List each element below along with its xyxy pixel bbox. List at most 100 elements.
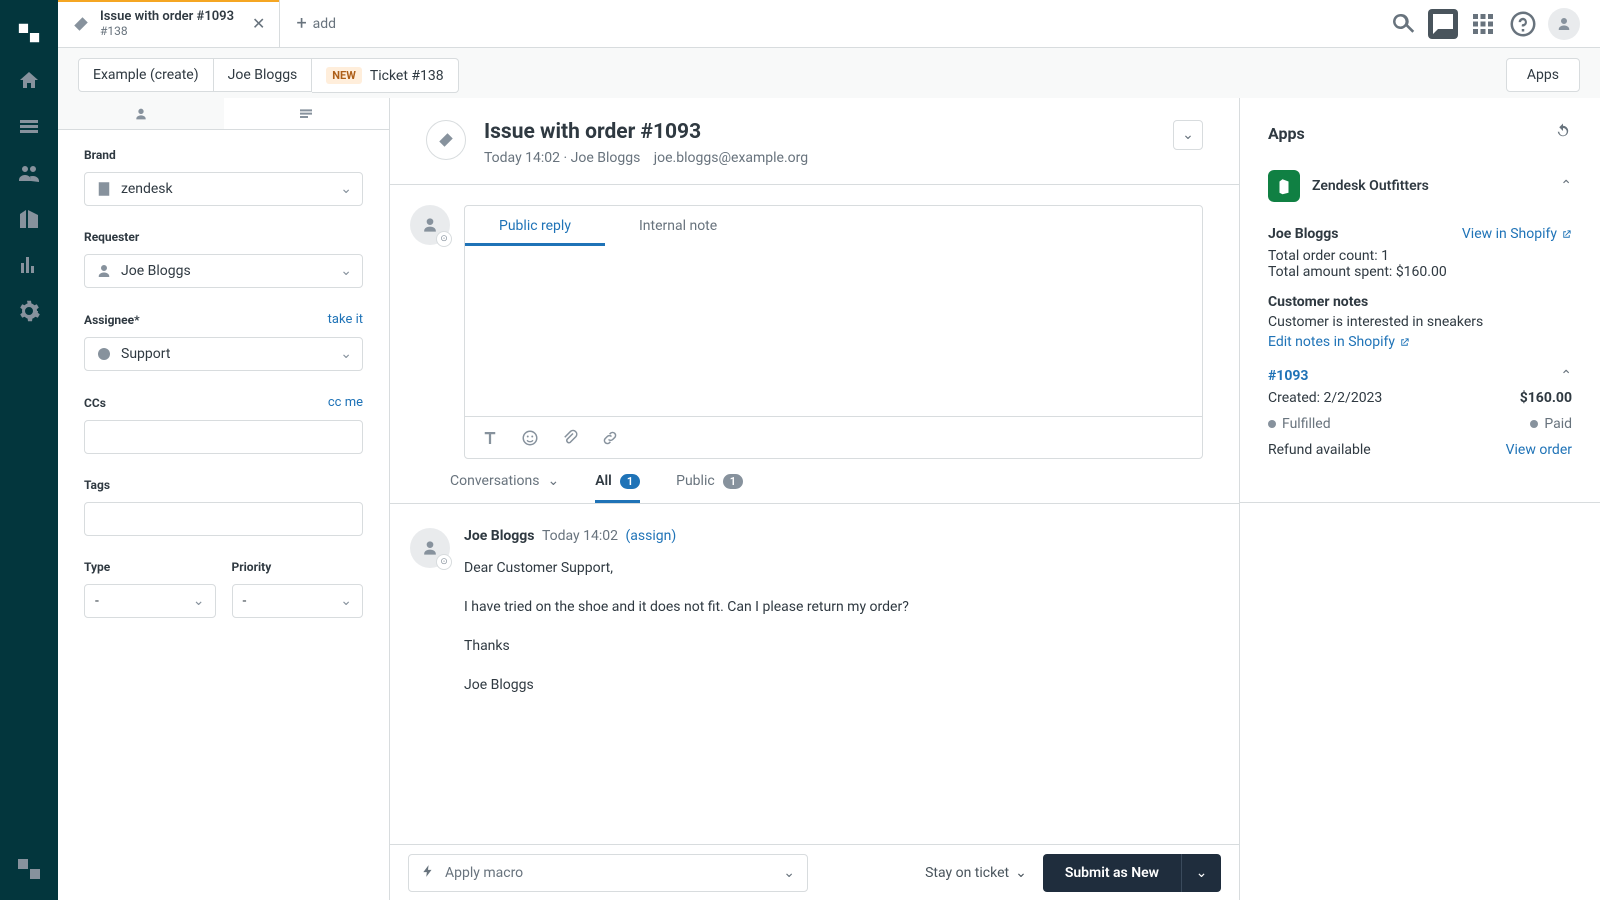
ticket-type-icon: [426, 120, 466, 160]
message-time: Today 14:02: [542, 528, 618, 544]
crumb-example[interactable]: Example (create): [78, 58, 214, 92]
order-created: Created: 2/2/2023: [1268, 390, 1382, 406]
reply-composer: Public reply Internal note: [464, 205, 1203, 459]
apps-toggle-button[interactable]: Apps: [1506, 58, 1580, 92]
order-total: $160.00: [1520, 390, 1572, 406]
order-count-row: Total order count: 1: [1268, 248, 1572, 264]
tab-title: Issue with order #1093: [100, 9, 234, 25]
link-icon[interactable]: [601, 429, 619, 447]
tab-subtitle: #138: [100, 24, 234, 38]
fulfillment-status: Fulfilled: [1268, 416, 1331, 432]
search-icon[interactable]: [1388, 9, 1418, 39]
help-icon[interactable]: [1508, 9, 1538, 39]
zendesk-footer-icon: [10, 850, 48, 888]
shopify-app-icon: [1268, 170, 1300, 202]
all-count-badge: 1: [620, 474, 640, 489]
amount-spent-row: Total amount spent: $160.00: [1268, 264, 1572, 280]
brand-select[interactable]: zendesk ⌄: [84, 172, 363, 206]
add-tab-label: add: [313, 16, 336, 32]
chevron-down-icon: ⌄: [340, 263, 352, 279]
requester-label: Requester: [84, 230, 363, 244]
chevron-down-icon: ⌄: [1015, 865, 1027, 881]
assign-link[interactable]: (assign): [626, 528, 677, 544]
payment-status: Paid: [1530, 416, 1572, 432]
home-icon[interactable]: [10, 62, 48, 100]
organizations-icon[interactable]: [10, 200, 48, 238]
chevron-up-icon[interactable]: ⌃: [1560, 368, 1572, 384]
left-nav-rail: [0, 0, 58, 900]
conversations-dropdown[interactable]: Conversations ⌄: [450, 473, 559, 503]
conversations-icon[interactable]: [1428, 9, 1458, 39]
filter-public-tab[interactable]: Public1: [676, 473, 743, 503]
type-label: Type: [84, 560, 216, 574]
divider: [1240, 502, 1600, 503]
props-tab-ticket[interactable]: [224, 98, 390, 129]
edit-notes-link[interactable]: Edit notes in Shopify: [1268, 334, 1410, 350]
stay-on-ticket-dropdown[interactable]: Stay on ticket⌄: [925, 865, 1027, 881]
add-tab-button[interactable]: + add: [280, 0, 352, 47]
view-in-shopify-link[interactable]: View in Shopify: [1462, 226, 1572, 242]
view-order-link[interactable]: View order: [1506, 442, 1572, 458]
ticket-actions-dropdown[interactable]: ⌄: [1173, 120, 1203, 150]
message-avatar: ⊙: [410, 528, 450, 568]
take-it-link[interactable]: take it: [328, 312, 363, 327]
internal-note-tab[interactable]: Internal note: [605, 206, 751, 246]
crumb-user[interactable]: Joe Bloggs: [214, 58, 313, 92]
apply-macro-dropdown[interactable]: Apply macro ⌄: [408, 854, 808, 892]
reporting-icon[interactable]: [10, 246, 48, 284]
admin-icon[interactable]: [10, 292, 48, 330]
priority-value: -: [243, 593, 247, 609]
customer-notes-text: Customer is interested in sneakers: [1268, 314, 1572, 330]
brand-value: zendesk: [121, 181, 173, 197]
chevron-down-icon: ⌄: [340, 593, 352, 609]
customer-notes-title: Customer notes: [1268, 294, 1572, 310]
ticket-footer: Apply macro ⌄ Stay on ticket⌄ Submit as …: [390, 844, 1239, 900]
composer-avatar: ⊙: [410, 205, 450, 245]
filter-all-tab[interactable]: All1: [595, 473, 640, 503]
composer-textarea[interactable]: [465, 246, 1202, 416]
ticket-meta-time: Today 14:02: [484, 150, 560, 166]
tags-input[interactable]: [84, 502, 363, 536]
top-tab-bar: Issue with order #1093 #138 ✕ + add: [58, 0, 1600, 48]
emoji-icon[interactable]: [521, 429, 539, 447]
apps-grid-icon[interactable]: [1468, 9, 1498, 39]
message-author: Joe Bloggs: [464, 528, 535, 544]
views-icon[interactable]: [10, 108, 48, 146]
requester-select[interactable]: Joe Bloggs ⌄: [84, 254, 363, 288]
order-id-link[interactable]: #1093: [1268, 368, 1308, 384]
breadcrumb-row: Example (create) Joe Bloggs New Ticket #…: [58, 48, 1600, 98]
submit-dropdown[interactable]: ⌄: [1181, 854, 1221, 892]
props-tab-user[interactable]: [58, 98, 224, 129]
format-text-icon[interactable]: [481, 429, 499, 447]
crumb-ticket-id: Ticket #138: [370, 68, 444, 84]
refresh-icon[interactable]: [1554, 122, 1572, 144]
close-tab-icon[interactable]: ✕: [252, 14, 265, 33]
type-value: -: [95, 593, 99, 609]
chevron-down-icon: ⌄: [340, 346, 352, 362]
type-select[interactable]: - ⌄: [84, 584, 216, 618]
cc-me-link[interactable]: cc me: [328, 395, 363, 410]
assignee-select[interactable]: Support ⌄: [84, 337, 363, 371]
public-count-badge: 1: [723, 474, 743, 489]
refund-available: Refund available: [1268, 442, 1371, 458]
conversation-column: Issue with order #1093 Today 14:02 · Joe…: [390, 98, 1240, 900]
ticket-tab[interactable]: Issue with order #1093 #138 ✕: [58, 0, 280, 47]
group-icon: [95, 345, 113, 363]
customers-icon[interactable]: [10, 154, 48, 192]
public-reply-tab[interactable]: Public reply: [465, 206, 605, 246]
brand-label: Brand: [84, 148, 363, 162]
plus-icon: +: [296, 13, 306, 34]
tags-label: Tags: [84, 478, 363, 492]
submit-button[interactable]: Submit as New: [1043, 854, 1181, 892]
chevron-up-icon[interactable]: ⌃: [1560, 178, 1572, 194]
user-avatar[interactable]: [1548, 8, 1580, 40]
apps-panel: Apps Zendesk Outfitters ⌃ Joe Bloggs Vie…: [1240, 98, 1600, 900]
assignee-label: Assignee*: [84, 313, 140, 327]
zendesk-logo-icon[interactable]: [10, 14, 48, 52]
attachment-icon[interactable]: [561, 429, 579, 447]
ccs-label: CCs: [84, 396, 106, 410]
ticket-meta-email: joe.bloggs@example.org: [654, 150, 808, 166]
ccs-input[interactable]: [84, 420, 363, 454]
priority-select[interactable]: - ⌄: [232, 584, 364, 618]
crumb-ticket: New Ticket #138: [312, 58, 458, 93]
